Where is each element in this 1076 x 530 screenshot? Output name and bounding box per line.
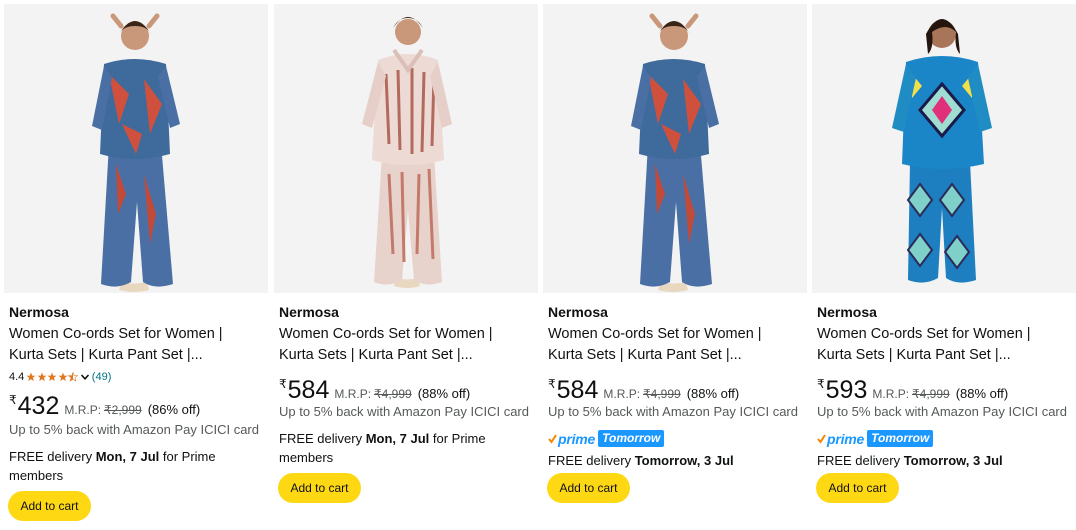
delivery-info: FREE delivery Mon, 7 Jul for Prime membe… — [279, 429, 529, 467]
mrp-value: ₹4,999 — [643, 387, 681, 401]
cashback-text: Up to 5% back with Amazon Pay ICICI card — [9, 422, 259, 437]
product-image[interactable] — [812, 4, 1076, 293]
add-to-cart-button[interactable]: Add to cart — [8, 491, 91, 521]
price-row[interactable]: ₹ 593 M.R.P: ₹4,999 (88% off) — [817, 376, 1008, 404]
price[interactable]: 584 — [288, 376, 330, 404]
delivery-date: Tomorrow, 3 Jul — [634, 453, 734, 468]
delivery-date: Mon, 7 Jul — [365, 431, 430, 446]
price[interactable]: 432 — [18, 392, 60, 420]
star-icon — [26, 372, 36, 381]
product-title-line2[interactable]: Kurta Sets | Kurta Pant Set |... — [817, 345, 1071, 366]
product-title-line1[interactable]: Women Co-ords Set for Women | — [279, 324, 533, 345]
star-icon — [37, 372, 47, 381]
cashback-text: Up to 5% back with Amazon Pay ICICI card — [817, 404, 1067, 419]
price-row[interactable]: ₹ 584 M.R.P: ₹4,999 (88% off) — [279, 376, 470, 404]
prime-logo: prime — [558, 430, 596, 447]
delivery-date: Mon, 7 Jul — [95, 449, 160, 464]
product-card: Nermosa Women Co-ords Set for Women | Ku… — [4, 4, 268, 530]
rating-value: 4.4 — [9, 371, 25, 383]
price[interactable]: 584 — [557, 376, 599, 404]
prime-tomorrow-badge: Tomorrow — [867, 430, 934, 447]
mrp-value: ₹2,999 — [104, 403, 142, 417]
product-title[interactable]: Women Co-ords Set for Women | Kurta Sets… — [279, 324, 533, 366]
product-grid: Nermosa Women Co-ords Set for Women | Ku… — [0, 0, 1076, 530]
add-to-cart-button[interactable]: Add to cart — [547, 473, 630, 503]
prime-badge: prime Tomorrow — [548, 430, 665, 447]
prime-check-icon — [817, 433, 826, 444]
mrp-label: M.R.P: — [603, 387, 641, 401]
product-image[interactable] — [543, 4, 807, 293]
delivery-prefix: FREE delivery — [817, 453, 901, 468]
product-title-line1[interactable]: Women Co-ords Set for Women | — [548, 324, 802, 345]
product-title[interactable]: Women Co-ords Set for Women | Kurta Sets… — [548, 324, 802, 366]
product-title-line1[interactable]: Women Co-ords Set for Women | — [9, 324, 263, 345]
product-image[interactable] — [4, 4, 268, 293]
prime-check-icon — [548, 433, 557, 444]
delivery-prefix: FREE delivery — [279, 431, 363, 446]
mrp-label: M.R.P: — [334, 387, 372, 401]
discount: (88% off) — [686, 386, 740, 401]
add-to-cart-button[interactable]: Add to cart — [816, 473, 899, 503]
product-title-line1[interactable]: Women Co-ords Set for Women | — [817, 324, 1071, 345]
product-card: Nermosa Women Co-ords Set for Women | Ku… — [812, 4, 1076, 530]
rating-row[interactable]: 4.4 (49) — [9, 370, 111, 384]
product-title-line2[interactable]: Kurta Sets | Kurta Pant Set |... — [9, 345, 263, 366]
product-brand[interactable]: Nermosa — [279, 303, 339, 321]
delivery-info: FREE delivery Tomorrow, 3 Jul — [817, 451, 1067, 470]
product-title-line2[interactable]: Kurta Sets | Kurta Pant Set |... — [548, 345, 802, 366]
currency-symbol: ₹ — [279, 377, 287, 391]
currency-symbol: ₹ — [817, 377, 825, 391]
mrp-label: M.R.P: — [872, 387, 910, 401]
delivery-prefix: FREE delivery — [548, 453, 632, 468]
mrp-value: ₹4,999 — [374, 387, 412, 401]
prime-badge: prime Tomorrow — [817, 430, 934, 447]
delivery-prefix: FREE delivery — [9, 449, 93, 464]
product-image[interactable] — [274, 4, 538, 293]
price-row[interactable]: ₹ 584 M.R.P: ₹4,999 (88% off) — [548, 376, 739, 404]
delivery-date: Tomorrow, 3 Jul — [903, 453, 1003, 468]
product-brand[interactable]: Nermosa — [9, 303, 69, 321]
prime-logo: prime — [827, 430, 865, 447]
product-card: Nermosa Women Co-ords Set for Women | Ku… — [274, 4, 538, 530]
mrp: M.R.P: ₹4,999 — [334, 387, 411, 401]
currency-symbol: ₹ — [9, 393, 17, 407]
cashback-text: Up to 5% back with Amazon Pay ICICI card — [548, 404, 798, 419]
half-star-icon — [68, 372, 79, 382]
price-row[interactable]: ₹ 432 M.R.P: ₹2,999 (86% off) — [9, 392, 200, 420]
mrp: M.R.P: ₹4,999 — [603, 387, 680, 401]
discount: (86% off) — [147, 402, 201, 417]
product-title[interactable]: Women Co-ords Set for Women | Kurta Sets… — [817, 324, 1071, 366]
star-rating[interactable] — [26, 372, 79, 382]
prime-tomorrow-badge: Tomorrow — [598, 430, 665, 447]
product-brand[interactable]: Nermosa — [817, 303, 877, 321]
product-title[interactable]: Women Co-ords Set for Women | Kurta Sets… — [9, 324, 263, 366]
cashback-text: Up to 5% back with Amazon Pay ICICI card — [279, 404, 529, 419]
currency-symbol: ₹ — [548, 377, 556, 391]
price[interactable]: 593 — [826, 376, 868, 404]
product-title-line2[interactable]: Kurta Sets | Kurta Pant Set |... — [279, 345, 533, 366]
mrp: M.R.P: ₹4,999 — [872, 387, 949, 401]
product-card: Nermosa Women Co-ords Set for Women | Ku… — [543, 4, 807, 530]
mrp-value: ₹4,999 — [912, 387, 950, 401]
discount: (88% off) — [417, 386, 471, 401]
mrp-label: M.R.P: — [64, 403, 102, 417]
star-icon — [47, 372, 57, 381]
discount: (88% off) — [955, 386, 1009, 401]
rating-count[interactable]: (49) — [92, 371, 112, 383]
chevron-down-icon[interactable] — [80, 372, 90, 382]
mrp: M.R.P: ₹2,999 — [64, 403, 141, 417]
add-to-cart-button[interactable]: Add to cart — [278, 473, 361, 503]
delivery-info: FREE delivery Tomorrow, 3 Jul — [548, 451, 798, 470]
delivery-info: FREE delivery Mon, 7 Jul for Prime membe… — [9, 447, 259, 485]
star-icon — [58, 372, 68, 381]
product-brand[interactable]: Nermosa — [548, 303, 608, 321]
